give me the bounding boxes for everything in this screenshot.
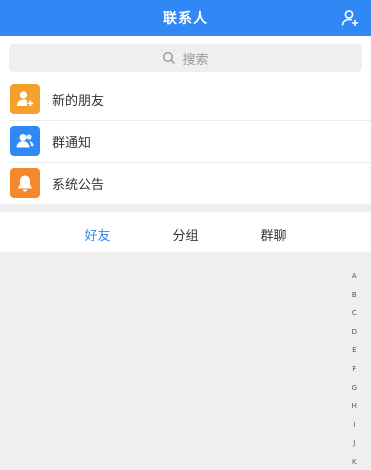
add-friend-icon — [10, 84, 40, 114]
contact-menu: 新的朋友 群通知 系统公告 — [0, 78, 371, 204]
contact-list-area: A B C D E F G H I J K — [0, 252, 371, 470]
add-contact-icon[interactable] — [340, 8, 360, 28]
app-header: 联系人 — [0, 0, 371, 36]
index-letter[interactable]: D — [352, 323, 357, 342]
index-letter[interactable]: J — [353, 434, 355, 453]
index-letter[interactable]: B — [352, 286, 357, 305]
index-letter[interactable]: I — [353, 416, 355, 435]
menu-item-group-notice[interactable]: 群通知 — [0, 120, 371, 162]
menu-item-new-friends[interactable]: 新的朋友 — [0, 78, 371, 120]
search-input[interactable]: 搜索 — [9, 44, 362, 72]
contact-tabs: 好友 分组 群聊 — [0, 212, 371, 257]
index-letter[interactable]: G — [352, 379, 357, 398]
index-letter[interactable]: H — [352, 397, 357, 416]
search-bar: 搜索 — [0, 36, 371, 78]
index-letter[interactable]: K — [352, 453, 357, 470]
group-notice-icon — [10, 126, 40, 156]
menu-label: 群通知 — [52, 135, 92, 151]
index-letter[interactable]: E — [352, 341, 356, 360]
search-placeholder: 搜索 — [182, 52, 209, 68]
menu-label: 新的朋友 — [52, 93, 105, 109]
menu-item-system-announcement[interactable]: 系统公告 — [0, 162, 371, 204]
page-title: 联系人 — [163, 11, 208, 27]
index-letter[interactable]: C — [352, 304, 357, 323]
index-letter[interactable]: F — [352, 360, 356, 379]
alphabet-index[interactable]: A B C D E F G H I J K — [352, 267, 357, 470]
menu-label: 系统公告 — [52, 177, 105, 193]
index-letter[interactable]: A — [352, 267, 357, 286]
section-divider — [0, 204, 371, 212]
search-icon — [162, 51, 176, 65]
bell-icon — [10, 168, 40, 198]
